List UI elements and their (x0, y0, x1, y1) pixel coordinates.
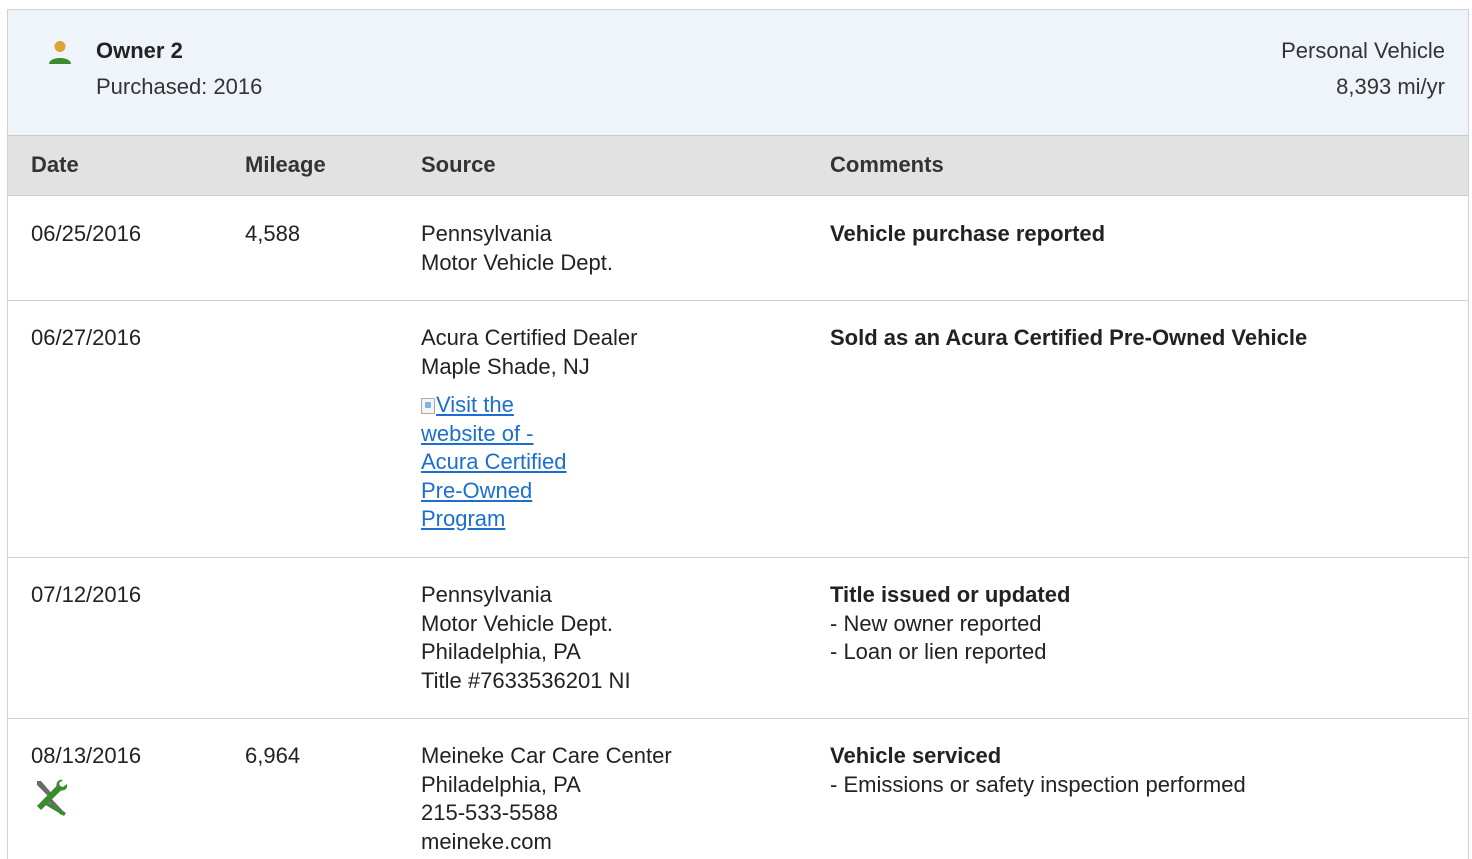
owner-history-card: Owner 2 Purchased: 2016 Personal Vehicle… (7, 9, 1469, 859)
row-source: Pennsylvania Motor Vehicle Dept. Philade… (421, 581, 811, 695)
row-comments: Vehicle serviced - Emissions or safety i… (830, 742, 1450, 799)
owner-miles-per-year: 8,393 mi/yr (1336, 74, 1445, 99)
comment-title: Sold as an Acura Certified Pre-Owned Veh… (830, 325, 1308, 350)
owner-purchased: Purchased: 2016 (96, 74, 263, 99)
dealer-website-link-line[interactable]: Pre-Owned (421, 477, 581, 506)
source-line: Title #7633536201 NI (421, 667, 631, 693)
source-line: Motor Vehicle Dept. (421, 610, 613, 636)
column-header-source: Source (421, 152, 496, 177)
comment-item: - New owner reported (830, 610, 1042, 636)
column-header-mileage: Mileage (245, 152, 326, 177)
row-mileage: 6,964 (245, 743, 301, 768)
table-row: 07/12/2016 Pennsylvania Motor Vehicle De… (8, 558, 1468, 719)
broken-image-icon (421, 398, 435, 414)
owner-title: Owner 2 (96, 38, 183, 63)
column-header-comments: Comments (830, 152, 944, 177)
comment-title: Title issued or updated (830, 582, 1071, 607)
comment-item: - Loan or lien reported (830, 639, 1047, 664)
source-line: Philadelphia, PA (421, 771, 581, 797)
source-line: Philadelphia, PA (421, 639, 581, 664)
source-line: Meineke Car Care Center (421, 743, 672, 768)
row-date: 06/27/2016 (31, 325, 142, 350)
source-line: Maple Shade, NJ (421, 353, 590, 379)
dealer-website-link-line[interactable]: Program (421, 505, 581, 534)
table-row: 06/27/2016 Acura Certified Dealer Maple … (8, 301, 1468, 558)
row-date: 07/12/2016 (31, 582, 142, 607)
row-comments: Vehicle purchase reported (830, 220, 1450, 249)
link-text: Visit the (436, 392, 514, 417)
dealer-website-link-line[interactable]: Visit the (421, 391, 581, 420)
source-line: Pennsylvania (421, 582, 552, 607)
row-date: 06/25/2016 (31, 221, 142, 246)
dealer-website-link-line[interactable]: website of - (421, 420, 581, 449)
row-mileage: 4,588 (245, 221, 301, 246)
row-comments: Sold as an Acura Certified Pre-Owned Veh… (830, 324, 1450, 353)
row-date-text: 08/13/2016 (31, 743, 142, 768)
table-row: 08/13/2016 6,964 Meineke Car Care Center… (8, 719, 1468, 859)
row-source: Meineke Car Care Center Philadelphia, PA… (421, 742, 811, 856)
table-row: 06/25/2016 4,588 Pennsylvania Motor Vehi… (8, 197, 1468, 301)
person-icon (49, 41, 71, 64)
comment-title: Vehicle purchase reported (830, 221, 1106, 246)
source-line: 215-533-5588 (421, 800, 559, 825)
dealer-website-link[interactable]: Visit the website of - Acura Certified P… (421, 391, 581, 534)
source-line: Motor Vehicle Dept. (421, 249, 613, 275)
dealer-website-link-line[interactable]: Acura Certified (421, 448, 581, 477)
row-comments: Title issued or updated - New owner repo… (830, 581, 1450, 667)
table-header: Date Mileage Source Comments (8, 136, 1468, 196)
row-date: 08/13/2016 (31, 742, 141, 817)
column-header-date: Date (31, 152, 79, 177)
row-source: Acura Certified Dealer Maple Shade, NJ V… (421, 324, 811, 534)
owner-header: Owner 2 Purchased: 2016 Personal Vehicle… (8, 10, 1468, 136)
comment-item: - Emissions or safety inspection perform… (830, 771, 1246, 797)
service-wrench-icon (37, 779, 68, 816)
source-line: Acura Certified Dealer (421, 325, 638, 350)
owner-vehicle-type: Personal Vehicle (1281, 38, 1445, 63)
source-line: Pennsylvania (421, 221, 552, 246)
source-line: meineke.com (421, 828, 552, 854)
row-source: Pennsylvania Motor Vehicle Dept. (421, 220, 811, 277)
comment-title: Vehicle serviced (830, 743, 1002, 768)
